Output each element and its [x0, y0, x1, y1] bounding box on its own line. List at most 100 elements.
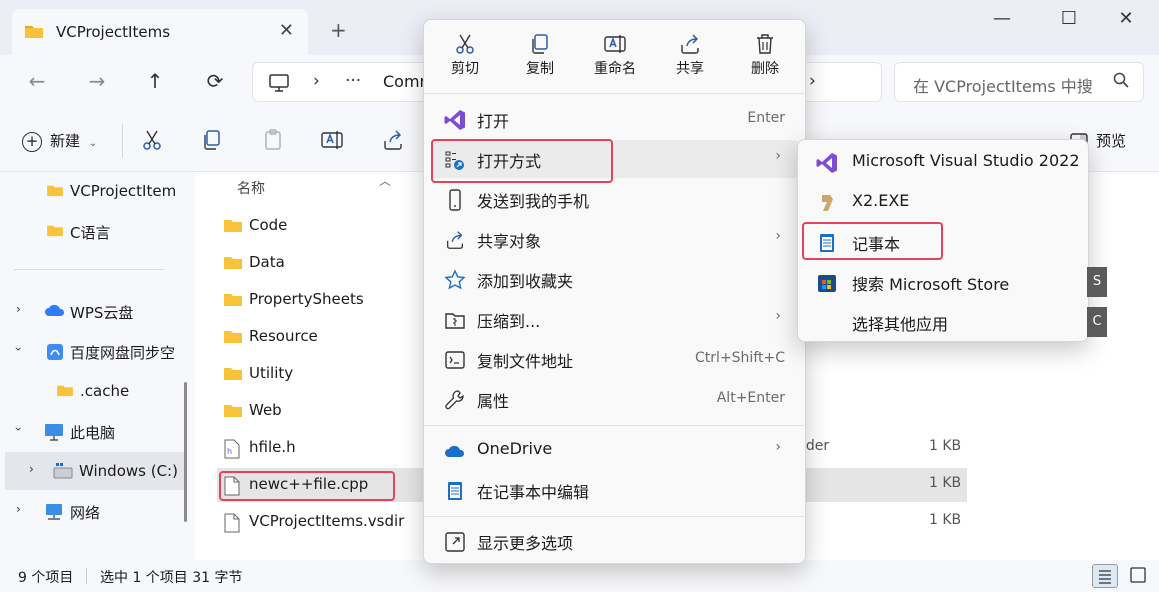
submenu-item-label: Microsoft Visual Studio 2022 — [852, 151, 1080, 170]
chevron-down-icon: ⌄ — [88, 138, 98, 149]
up-button[interactable]: ↑ — [140, 69, 170, 93]
sidebar-item-label: C语言 — [70, 224, 111, 242]
copy-icon[interactable] — [200, 128, 226, 154]
rename-button[interactable]: 重命名 — [578, 32, 652, 78]
minimize-button[interactable]: — — [982, 8, 1022, 29]
menu-item-copy-path[interactable]: 复制文件地址 Ctrl+Shift+C — [432, 340, 799, 378]
open-with-submenu: Microsoft Visual Studio 2022 X2.EXE 记事本 … — [797, 139, 1089, 342]
access-key-badge: S — [1087, 267, 1107, 297]
store-icon — [816, 272, 838, 294]
search-box[interactable]: 在 VCProjectItems 中搜 — [894, 62, 1144, 102]
phone-icon — [444, 189, 466, 211]
chevron-down-icon[interactable]: › — [11, 427, 25, 432]
tab-title: VCProjectItems — [56, 23, 171, 41]
paste-icon[interactable] — [261, 128, 287, 154]
context-quick-actions: 剪切 复制 重命名 共享 删除 — [424, 20, 807, 90]
notepad-icon — [444, 480, 466, 502]
share-button[interactable]: 共享 — [653, 32, 727, 78]
plus-icon: + — [22, 132, 42, 152]
share-label: 共享 — [676, 61, 704, 77]
sidebar-item-this-pc[interactable]: › 此电脑 — [0, 414, 180, 448]
menu-item-shortcut: Enter — [747, 110, 785, 126]
tab-close-icon[interactable]: ✕ — [279, 20, 294, 41]
column-header-name[interactable]: 名称 — [237, 178, 265, 198]
folder-icon — [223, 328, 243, 348]
tab-vcprojectitems[interactable]: VCProjectItems ✕ — [12, 9, 308, 55]
rename-icon — [578, 32, 652, 58]
sidebar-item-windows-c[interactable]: › Windows (C:) — [5, 452, 185, 490]
menu-item-edit-notepad[interactable]: 在记事本中编辑 — [432, 471, 799, 509]
copy-button[interactable]: 复制 — [503, 32, 577, 78]
onedrive-icon — [444, 440, 466, 462]
menu-item-add-favorites[interactable]: 添加到收藏夹 — [432, 260, 799, 298]
cloud-icon — [44, 303, 66, 321]
sidebar-item-c-language[interactable]: C语言 — [0, 214, 180, 248]
tiles-view-button[interactable] — [1126, 564, 1152, 588]
submenu-item-choose-other[interactable]: 选择其他应用 — [804, 303, 1084, 341]
submenu-item-x2[interactable]: X2.EXE — [804, 183, 1084, 221]
delete-label: 删除 — [751, 61, 779, 77]
file-name: Web — [249, 401, 282, 419]
star-icon — [444, 269, 466, 291]
sidebar-item-label: 此电脑 — [70, 424, 116, 442]
submenu-item-visual-studio[interactable]: Microsoft Visual Studio 2022 — [804, 143, 1084, 181]
sidebar-item-baidu-sync[interactable]: › 百度网盘同步空 — [0, 334, 180, 368]
search-icon — [1113, 72, 1129, 92]
sidebar-divider — [14, 269, 164, 270]
delete-button[interactable]: 删除 — [728, 32, 802, 78]
compress-icon — [444, 309, 466, 331]
rename-icon[interactable] — [320, 128, 346, 154]
new-tab-button[interactable]: + — [330, 18, 347, 42]
menu-item-open-with[interactable]: 打开方式 › — [432, 140, 799, 178]
chevron-right-icon[interactable]: › — [16, 302, 21, 316]
folder-icon — [56, 383, 74, 401]
header-file-icon: h — [223, 439, 241, 463]
sidebar-item-network[interactable]: › 网络 — [0, 494, 180, 528]
sidebar-scrollbar[interactable] — [184, 382, 187, 522]
menu-item-send-to-phone[interactable]: 发送到我的手机 — [432, 180, 799, 218]
close-window-button[interactable]: ✕ — [1106, 8, 1146, 29]
address-more-button[interactable]: ··· — [345, 71, 361, 91]
back-button[interactable]: ← — [22, 69, 52, 93]
forward-button[interactable]: → — [82, 69, 112, 93]
menu-item-label: 添加到收藏夹 — [477, 272, 574, 291]
menu-item-shortcut: Alt+Enter — [716, 390, 785, 406]
new-label: 新建 — [50, 132, 81, 150]
sidebar-item-wps-cloud[interactable]: › WPS云盘 — [0, 294, 180, 328]
file-name: VCProjectItems.vsdir — [249, 512, 405, 530]
menu-divider — [424, 93, 807, 94]
refresh-button[interactable]: ⟳ — [200, 69, 230, 93]
submenu-item-label: 选择其他应用 — [852, 315, 949, 334]
chevron-right-icon[interactable]: › — [29, 462, 34, 476]
share-icon[interactable] — [381, 128, 407, 154]
menu-item-open[interactable]: 打开 Enter — [432, 100, 799, 138]
sidebar-item-label: .cache — [80, 382, 130, 400]
file-size: 1 KB — [929, 512, 962, 528]
toolbar-divider — [122, 124, 123, 158]
status-bar: 9 个项目 选中 1 个项目 31 字节 — [0, 560, 1159, 592]
sidebar-item-vcprojectitems[interactable]: VCProjectItem — [0, 174, 180, 208]
scissors-icon — [428, 32, 502, 58]
menu-item-show-more[interactable]: 显示更多选项 — [432, 522, 799, 560]
menu-item-onedrive[interactable]: OneDrive › — [432, 431, 799, 469]
cut-icon[interactable] — [140, 128, 166, 154]
new-button[interactable]: + 新建 ⌄ — [22, 130, 97, 152]
folder-icon — [223, 402, 243, 422]
chevron-down-icon[interactable]: › — [11, 347, 25, 352]
menu-item-properties[interactable]: 属性 Alt+Enter — [432, 380, 799, 418]
menu-item-compress[interactable]: 压缩到... › — [432, 300, 799, 338]
share-icon — [444, 229, 466, 251]
cut-button[interactable]: 剪切 — [428, 32, 502, 78]
chevron-right-icon[interactable]: › — [16, 502, 21, 516]
details-view-button[interactable] — [1092, 564, 1118, 588]
submenu-item-notepad[interactable]: 记事本 — [804, 223, 1084, 261]
submenu-item-search-store[interactable]: 搜索 Microsoft Store — [804, 263, 1084, 301]
maximize-button[interactable]: ☐ — [1049, 8, 1089, 29]
folder-icon — [24, 23, 44, 43]
copy-icon — [503, 32, 577, 58]
address-separator: › — [313, 71, 320, 91]
menu-item-label: 显示更多选项 — [477, 534, 574, 553]
menu-item-share-with[interactable]: 共享对象 › — [432, 220, 799, 258]
sidebar-item-cache[interactable]: .cache — [0, 374, 180, 408]
drive-icon — [53, 462, 73, 484]
